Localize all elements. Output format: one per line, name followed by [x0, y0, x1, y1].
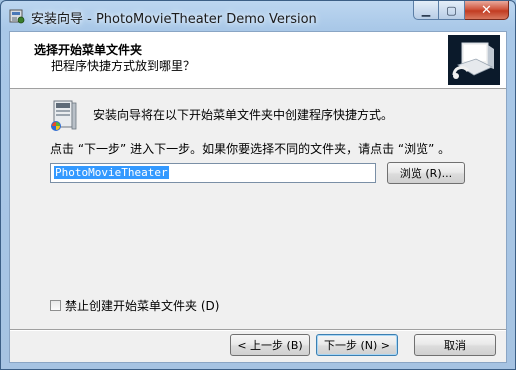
minimize-button[interactable]: ▁	[413, 1, 439, 20]
no-start-menu-folder-label: 禁止创建开始菜单文件夹 (D)	[65, 299, 220, 313]
installer-window: 安装向导 - PhotoMovieTheater Demo Version ▁ …	[0, 0, 516, 370]
wizard-client-area: 选择开始菜单文件夹 把程序快捷方式放到哪里？ 安装向导将在以下开始菜单文件夹中创…	[9, 31, 507, 363]
instruction-text: 点击 “下一步” 进入下一步。如果你要选择不同的文件夹，请点击 “浏览” 。	[50, 142, 451, 156]
no-start-menu-folder-option[interactable]: 禁止创建开始菜单文件夹 (D)	[50, 297, 219, 314]
title-bar[interactable]: 安装向导 - PhotoMovieTheater Demo Version ▁ …	[1, 1, 515, 31]
start-menu-folder-icon	[51, 100, 77, 131]
window-title: 安装向导 - PhotoMovieTheater Demo Version	[31, 12, 317, 27]
footer-divider	[10, 329, 506, 331]
start-menu-folder-input[interactable]: PhotoMovieTheater	[50, 163, 376, 183]
minimize-icon: ▁	[421, 3, 431, 17]
folder-input-value: PhotoMovieTheater	[54, 166, 169, 179]
browse-button[interactable]: 浏览 (R)...	[387, 162, 465, 184]
cancel-button[interactable]: 取消	[414, 334, 496, 356]
caption-buttons: ▁ ▢ ✕	[413, 1, 509, 21]
wizard-header: 选择开始菜单文件夹 把程序快捷方式放到哪里？	[10, 32, 506, 89]
intro-text: 安装向导将在以下开始菜单文件夹中创建程序快捷方式。	[93, 108, 394, 122]
back-button[interactable]: < 上一步 (B)	[230, 334, 310, 356]
maximize-icon: ▢	[446, 3, 457, 17]
close-icon: ✕	[481, 2, 492, 18]
photomovietheater-logo	[448, 35, 500, 85]
page-subtitle: 把程序快捷方式放到哪里？	[51, 59, 196, 73]
page-title: 选择开始菜单文件夹	[34, 43, 143, 57]
installer-icon	[9, 9, 25, 24]
next-button[interactable]: 下一步 (N) >	[316, 334, 398, 356]
maximize-button[interactable]: ▢	[439, 1, 465, 20]
close-button[interactable]: ✕	[465, 1, 509, 20]
no-start-menu-folder-checkbox[interactable]	[50, 300, 61, 311]
